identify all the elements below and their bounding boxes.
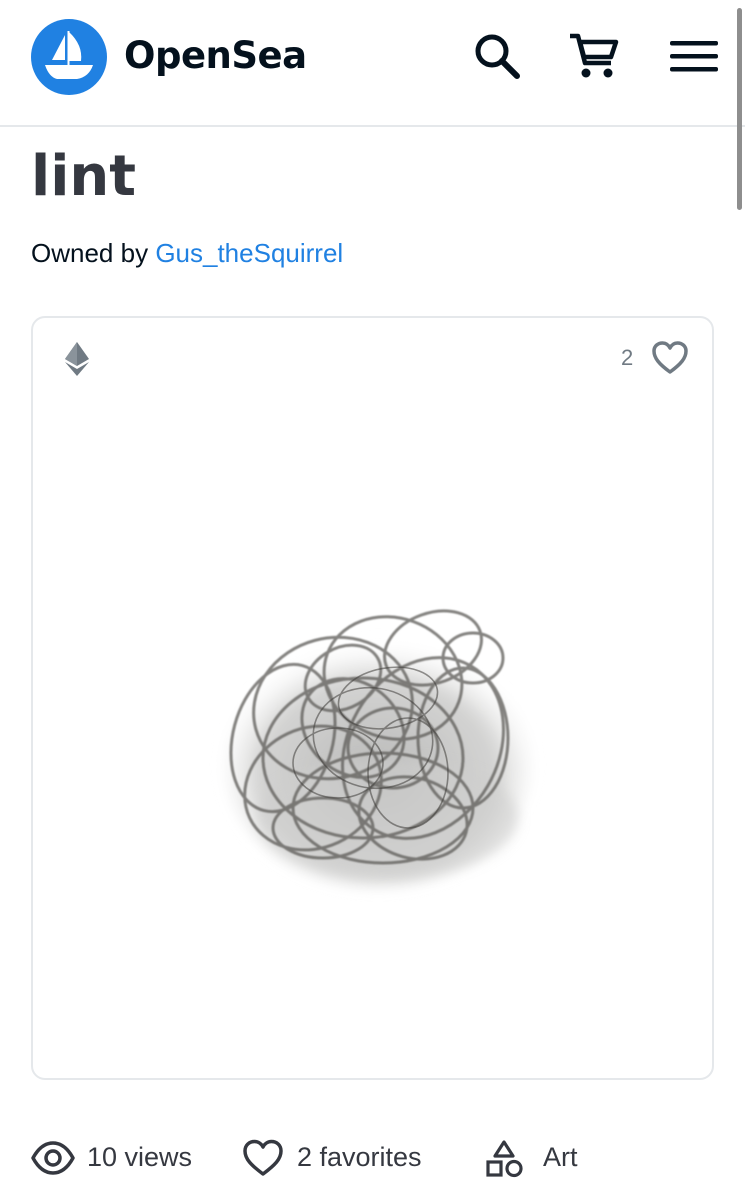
- eye-icon: [31, 1141, 75, 1175]
- owned-by-label: Owned by: [31, 238, 149, 268]
- top-nav-bar: OpenSea: [0, 0, 745, 127]
- opensea-logo[interactable]: [31, 19, 107, 95]
- category-stat[interactable]: Art: [485, 1128, 595, 1188]
- cart-icon[interactable]: [567, 30, 619, 82]
- favorites-stat: 2 favorites: [242, 1128, 452, 1188]
- card-favorite-count: 2: [621, 345, 634, 370]
- page-scrollbar[interactable]: [737, 8, 742, 210]
- ship-logo-icon: [45, 31, 93, 79]
- owner-line: Owned by Gus_theSquirrel: [31, 238, 343, 269]
- brand-name[interactable]: OpenSea: [124, 34, 307, 77]
- search-icon[interactable]: [471, 30, 523, 82]
- artwork-image: [223, 609, 533, 888]
- item-stats-bar: 10 views 2 favorites Art: [0, 1128, 745, 1188]
- owner-link[interactable]: Gus_theSquirrel: [155, 238, 343, 268]
- favorites-count: 2 favorites: [297, 1142, 422, 1172]
- views-stat: 10 views: [31, 1128, 211, 1188]
- item-title: lint: [31, 144, 137, 209]
- heart-icon[interactable]: [651, 340, 689, 376]
- category-label[interactable]: Art: [543, 1142, 578, 1173]
- heart-icon: [243, 1139, 283, 1176]
- shapes-icon: [486, 1140, 523, 1178]
- views-count: 10 views: [87, 1142, 193, 1172]
- menu-icon[interactable]: [668, 30, 720, 82]
- ethereum-icon: [65, 342, 89, 376]
- item-image-card: 2: [31, 316, 714, 1080]
